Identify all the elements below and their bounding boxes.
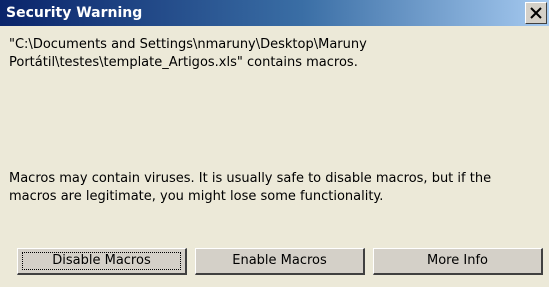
enable-macros-label: Enable Macros: [232, 253, 327, 268]
file-path-line-2: Portátil\testes\template_Artigos.xls" co…: [9, 55, 358, 70]
close-button[interactable]: [525, 2, 547, 24]
dialog-title: Security Warning: [6, 5, 143, 21]
warning-line-2: macros are legitimate, you might lose so…: [9, 189, 384, 204]
file-path-message: "C:\Documents and Settings\nmaruny\Deskt…: [9, 36, 529, 72]
macro-warning-message: Macros may contain viruses. It is usuall…: [9, 170, 539, 206]
disable-macros-button[interactable]: Disable Macros: [17, 248, 187, 275]
disable-macros-label: Disable Macros: [52, 253, 151, 268]
title-bar[interactable]: Security Warning: [0, 0, 549, 26]
enable-macros-button[interactable]: Enable Macros: [195, 248, 365, 275]
file-path-line-1: "C:\Documents and Settings\nmaruny\Deskt…: [9, 37, 367, 52]
security-warning-dialog: Security Warning "C:\Documents and Setti…: [0, 0, 549, 287]
more-info-button[interactable]: More Info: [373, 248, 543, 275]
close-icon: [530, 7, 542, 19]
warning-line-1: Macros may contain viruses. It is usuall…: [9, 171, 492, 186]
more-info-label: More Info: [427, 253, 488, 268]
